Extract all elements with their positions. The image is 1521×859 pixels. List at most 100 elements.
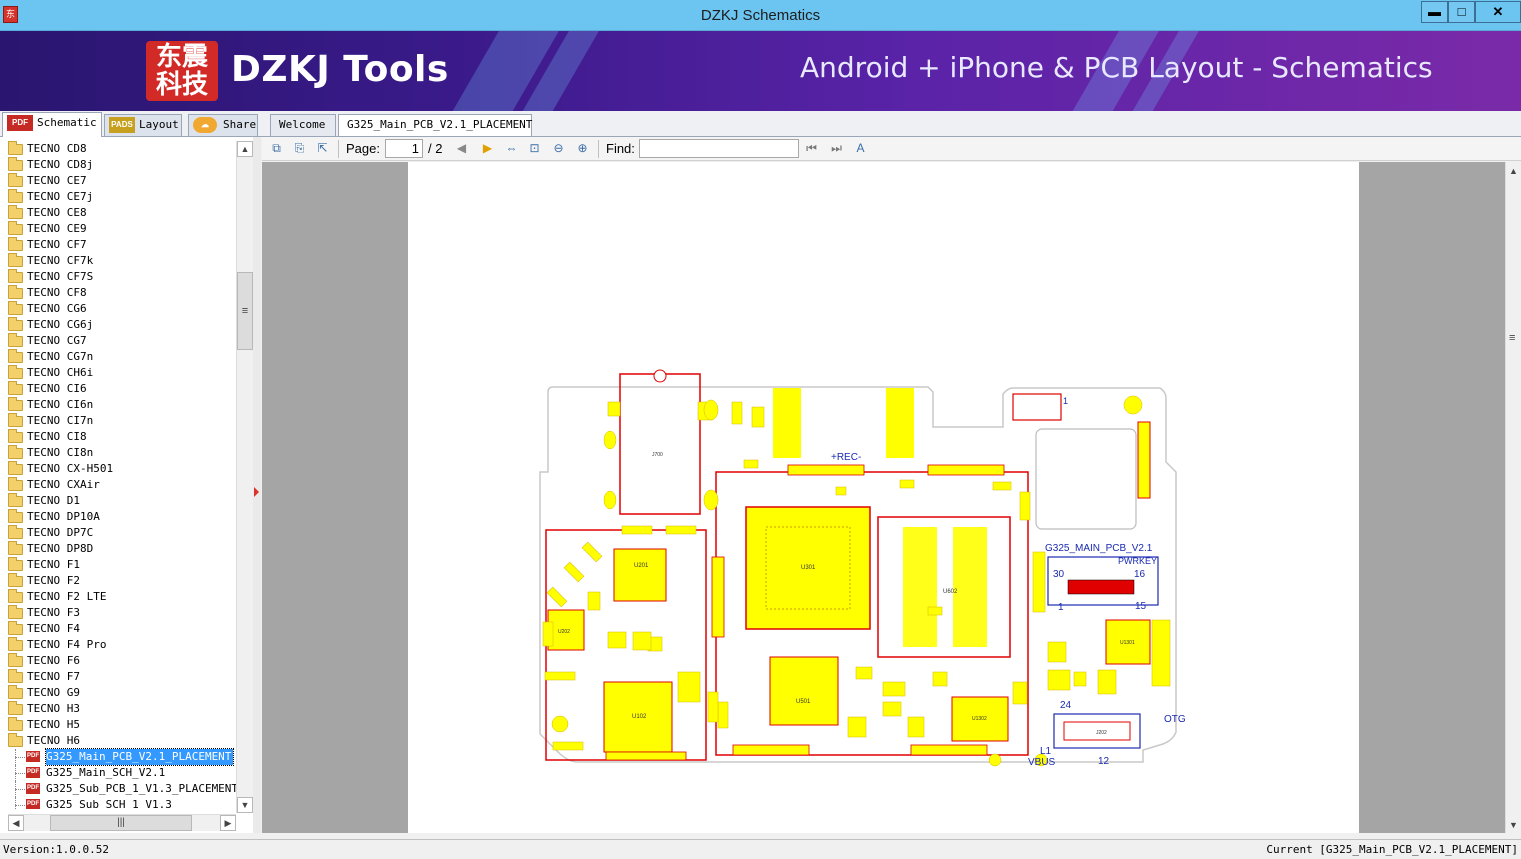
tree-folder[interactable]: TECNO F3 xyxy=(0,605,236,621)
tree-file-label: G325_Main_SCH_V2.1 xyxy=(46,766,166,779)
pdf-viewer[interactable]: U301 U602 U201 U102 U501 U1301 J700 U202… xyxy=(262,162,1505,833)
tree-folder[interactable]: TECNO CE7j xyxy=(0,189,236,205)
hscroll-thumb[interactable]: ||| xyxy=(50,815,192,831)
folder-icon xyxy=(8,717,23,731)
file-tree-panel: TECNO CD8 TECNO CD8j TECNO CE7 TECNO CE7j TE… xyxy=(0,137,258,833)
tree-folder[interactable]: TECNO F2 xyxy=(0,573,236,589)
copy-page-icon[interactable]: ⎘ xyxy=(291,140,308,157)
otg-label: OTG xyxy=(1164,714,1186,725)
zoom-out-icon[interactable]: ⊖ xyxy=(550,140,567,157)
tree-file[interactable]: PDF G325_Main_PCB_V2.1_PLACEMENT xyxy=(0,748,236,766)
folder-icon xyxy=(8,157,23,171)
fit-page-icon[interactable]: ⊡ xyxy=(526,140,543,157)
tree-folder[interactable]: TECNO CI8n xyxy=(0,445,236,461)
doc-tab-g325-main-pcb[interactable]: G325_Main_PCB_V2.1_PLACEMENT✕ xyxy=(338,114,532,152)
window-titlebar[interactable]: 东 DZKJ Schematics ▬ □ ✕ xyxy=(0,0,1521,31)
tree-folder[interactable]: TECNO CF7S xyxy=(0,269,236,285)
tab-layout[interactable]: PADS Layout xyxy=(104,114,182,136)
prev-page-icon[interactable]: ◀ xyxy=(453,140,470,157)
find-input[interactable] xyxy=(639,139,799,158)
tree-folder[interactable]: TECNO F7 xyxy=(0,669,236,685)
tree-file[interactable]: PDF G325_Main_SCH_V2.1 xyxy=(0,765,236,781)
tree-file[interactable]: PDF G325_Sub_PCB_1_V1.3_PLACEMENT_20 xyxy=(0,781,236,797)
tree-folder-label: TECNO CF7S xyxy=(27,270,94,283)
tree-folder[interactable]: TECNO CF7 xyxy=(0,237,236,253)
tree-folder[interactable]: TECNO CF8 xyxy=(0,285,236,301)
tree-folder[interactable]: TECNO CG6 xyxy=(0,301,236,317)
tree-folder[interactable]: TECNO CI7n xyxy=(0,413,236,429)
tree-folder[interactable]: TECNO G9 xyxy=(0,685,236,701)
tree-horizontal-scrollbar[interactable]: ◀ ||| ▶ xyxy=(8,814,236,831)
tree-folder[interactable]: TECNO H6 xyxy=(0,733,236,749)
tree-folder[interactable]: TECNO CD8 xyxy=(0,141,236,157)
tree-folder[interactable]: TECNO F4 Pro xyxy=(0,637,236,653)
scroll-right-icon[interactable]: ▶ xyxy=(220,815,236,831)
tree-folder[interactable]: TECNO D1 xyxy=(0,493,236,509)
tree-folder[interactable]: TECNO CG7 xyxy=(0,333,236,349)
folder-icon xyxy=(8,573,23,587)
folder-icon xyxy=(8,685,23,699)
find-prev-icon[interactable]: ⏮ xyxy=(803,140,820,157)
tree-folder[interactable]: TECNO CE7 xyxy=(0,173,236,189)
tree-folder[interactable]: TECNO F1 xyxy=(0,557,236,573)
tree-folder[interactable]: TECNO DP7C xyxy=(0,525,236,541)
page-number-input[interactable]: 1 xyxy=(385,139,423,158)
tree-vertical-scrollbar[interactable]: ▲ ≡ ▼ xyxy=(236,141,253,813)
status-version: Version:1.0.0.52 xyxy=(3,843,109,856)
find-next-icon[interactable]: ⏭ xyxy=(828,140,845,157)
tree-folder[interactable]: TECNO CE8 xyxy=(0,205,236,221)
scroll-left-icon[interactable]: ◀ xyxy=(8,815,24,831)
banner-tagline: Android + iPhone & PCB Layout - Schemati… xyxy=(800,51,1433,84)
folder-icon xyxy=(8,653,23,667)
fit-width-icon[interactable]: ⇔ xyxy=(503,140,520,157)
viewer-vertical-scrollbar[interactable]: ▲ ≡ ▼ xyxy=(1505,162,1521,833)
highlight-icon[interactable]: A xyxy=(852,140,869,157)
collapse-arrow-icon[interactable] xyxy=(254,487,259,497)
export-icon[interactable]: ⇱ xyxy=(314,140,331,157)
tree-folder-label: TECNO F7 xyxy=(27,670,80,683)
tree-folder[interactable]: TECNO CF7k xyxy=(0,253,236,269)
scroll-thumb[interactable]: ≡ xyxy=(237,272,253,350)
folder-icon xyxy=(8,525,23,539)
tree-folder[interactable]: TECNO CD8j xyxy=(0,157,236,173)
viewer-scroll-thumb[interactable]: ≡ xyxy=(1509,332,1515,344)
tree-folder[interactable]: TECNO F4 xyxy=(0,621,236,637)
tree-folder[interactable]: TECNO CG6j xyxy=(0,317,236,333)
folder-icon xyxy=(8,557,23,571)
minimize-button[interactable]: ▬ xyxy=(1421,1,1448,23)
pdf-file-icon: PDF xyxy=(26,767,40,778)
brand-logo: 东震 科技 xyxy=(146,41,218,101)
tab-share[interactable]: ☁ Share xyxy=(188,114,258,136)
tree-folder[interactable]: TECNO CI8 xyxy=(0,429,236,445)
file-tree[interactable]: TECNO CD8 TECNO CD8j TECNO CE7 TECNO CE7j TE… xyxy=(0,141,236,809)
tab-schematic[interactable]: PDF Schematic xyxy=(2,112,102,137)
tree-folder[interactable]: TECNO CXAir xyxy=(0,477,236,493)
next-page-icon[interactable]: ▶ xyxy=(479,140,496,157)
tree-folder[interactable]: TECNO H3 xyxy=(0,701,236,717)
copy-icon[interactable]: ⧉ xyxy=(268,140,285,157)
viewer-scroll-down-icon[interactable]: ▼ xyxy=(1509,820,1518,830)
doc-tab-welcome[interactable]: Welcome xyxy=(270,114,336,136)
folder-icon xyxy=(8,509,23,523)
tree-folder[interactable]: TECNO CX-H501 xyxy=(0,461,236,477)
maximize-button[interactable]: □ xyxy=(1448,1,1475,23)
zoom-in-icon[interactable]: ⊕ xyxy=(574,140,591,157)
panel-splitter[interactable] xyxy=(253,137,261,833)
viewer-scroll-up-icon[interactable]: ▲ xyxy=(1509,166,1518,176)
tree-folder[interactable]: TECNO DP8D xyxy=(0,541,236,557)
tree-folder[interactable]: TECNO F2 LTE xyxy=(0,589,236,605)
pads-icon: PADS xyxy=(109,117,135,133)
tree-folder[interactable]: TECNO CI6 xyxy=(0,381,236,397)
tree-folder[interactable]: TECNO CH6i xyxy=(0,365,236,381)
tree-folder-label: TECNO CI8 xyxy=(27,430,87,443)
tree-folder[interactable]: TECNO F6 xyxy=(0,653,236,669)
tree-folder[interactable]: TECNO DP10A xyxy=(0,509,236,525)
tree-folder[interactable]: TECNO CG7n xyxy=(0,349,236,365)
close-button[interactable]: ✕ xyxy=(1475,1,1521,23)
scroll-down-icon[interactable]: ▼ xyxy=(237,797,253,813)
tree-folder[interactable]: TECNO CE9 xyxy=(0,221,236,237)
scroll-up-icon[interactable]: ▲ xyxy=(237,141,253,157)
tree-file[interactable]: PDF G325_Sub_SCH_1_V1.3 xyxy=(0,797,236,809)
tree-folder[interactable]: TECNO H5 xyxy=(0,717,236,733)
tree-folder[interactable]: TECNO CI6n xyxy=(0,397,236,413)
